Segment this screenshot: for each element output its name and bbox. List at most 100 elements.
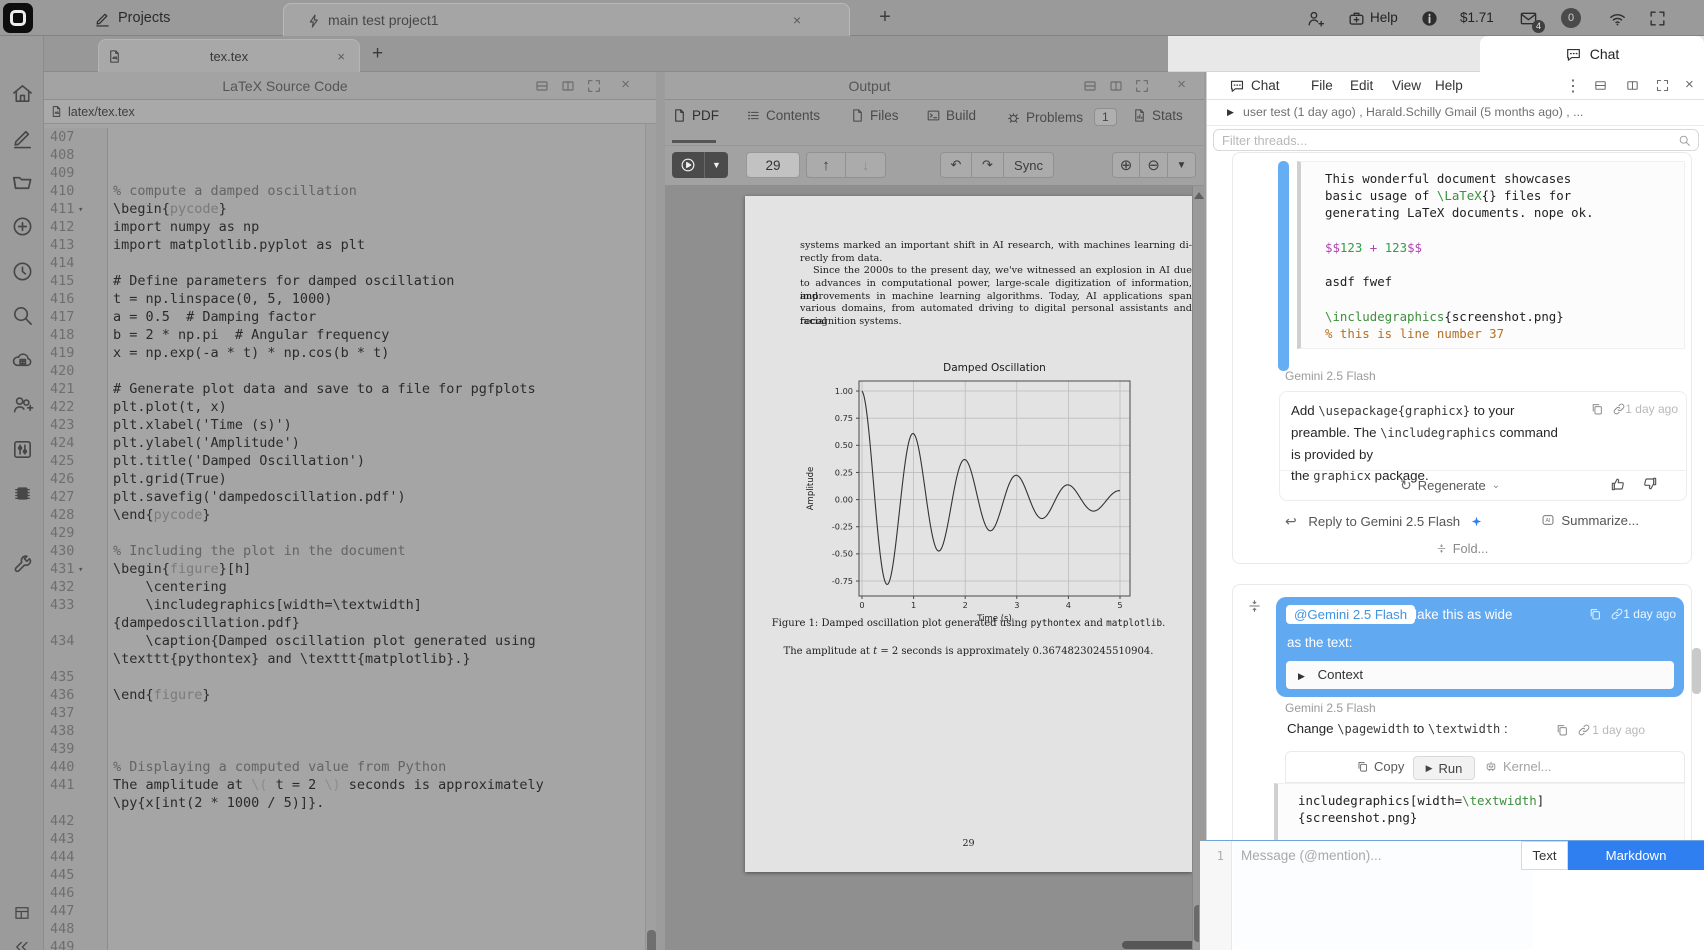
add-project-tab-button[interactable]: + bbox=[872, 5, 898, 31]
code-line[interactable]: 413import matplotlib.pyplot as plt bbox=[44, 236, 645, 254]
pdf-viewport[interactable]: systems marked an important shift in AI … bbox=[665, 186, 1204, 950]
layout-icon[interactable] bbox=[13, 904, 31, 922]
help-icon[interactable] bbox=[1347, 9, 1366, 28]
code-line[interactable]: 424plt.ylabel('Amplitude') bbox=[44, 434, 645, 452]
menu-file[interactable]: File bbox=[1311, 78, 1333, 93]
code-line[interactable]: 410% compute a damped oscillation bbox=[44, 182, 645, 200]
redo-button[interactable]: ↷ bbox=[972, 152, 1004, 178]
page-down-button[interactable]: ↓ bbox=[846, 152, 886, 178]
close-project-tab-icon[interactable]: × bbox=[793, 12, 801, 28]
code-line[interactable]: 442 bbox=[44, 812, 645, 830]
app-logo[interactable] bbox=[3, 3, 33, 33]
filter-threads-input[interactable] bbox=[1222, 131, 1662, 149]
users-icon[interactable] bbox=[11, 393, 34, 416]
split-row-icon[interactable] bbox=[1082, 78, 1098, 94]
code-line[interactable]: 432 \centering bbox=[44, 578, 645, 596]
edit-icon[interactable] bbox=[11, 126, 34, 149]
text-mode-button[interactable]: Text bbox=[1521, 841, 1568, 870]
code-line[interactable]: 444 bbox=[44, 848, 645, 866]
tab-contents[interactable]: Contents bbox=[746, 108, 820, 123]
code-line[interactable]: \py{x[int(2 * 1000 / 5)]}. bbox=[44, 794, 645, 812]
project-tab[interactable]: main test project1 × bbox=[283, 3, 850, 36]
code-line[interactable]: 419x = np.exp(-a * t) * np.cos(b * t) bbox=[44, 344, 645, 362]
fold-marker-icon[interactable]: ▾ bbox=[78, 561, 83, 579]
menu-help[interactable]: Help bbox=[1435, 78, 1463, 93]
code-line[interactable]: 427plt.savefig('dampedoscillation.pdf') bbox=[44, 488, 645, 506]
add-file-tab-button[interactable]: + bbox=[372, 43, 383, 65]
run-code-button[interactable]: ▶Run bbox=[1413, 756, 1475, 780]
help-label[interactable]: Help bbox=[1370, 10, 1398, 25]
collapse-icon[interactable] bbox=[13, 938, 31, 950]
pdf-scrollbar[interactable] bbox=[1192, 186, 1204, 950]
code-editor[interactable]: 407408409410% compute a damped oscillati… bbox=[44, 124, 645, 950]
split-col-icon[interactable] bbox=[1625, 78, 1640, 93]
undo-button[interactable]: ↶ bbox=[940, 152, 972, 178]
split-row-icon[interactable] bbox=[534, 78, 550, 94]
code-line[interactable]: 437 bbox=[44, 704, 645, 722]
copy-code-button[interactable]: Copy bbox=[1356, 759, 1404, 774]
editor-scrollbar[interactable] bbox=[645, 124, 656, 950]
code-line[interactable]: 416t = np.linspace(0, 5, 1000) bbox=[44, 290, 645, 308]
projects-button[interactable]: Projects bbox=[94, 6, 170, 30]
expand-icon[interactable] bbox=[1655, 78, 1670, 93]
code-line[interactable]: 447 bbox=[44, 902, 645, 920]
code-line[interactable]: 425plt.title('Damped Oscillation') bbox=[44, 452, 645, 470]
summarize-button[interactable]: AISummarize... bbox=[1541, 513, 1639, 528]
link-icon[interactable] bbox=[1612, 402, 1626, 416]
code-line[interactable]: 423plt.xlabel('Time (s)') bbox=[44, 416, 645, 434]
link-icon[interactable] bbox=[1577, 723, 1591, 737]
menu-chat[interactable]: Chat bbox=[1251, 78, 1280, 93]
compute-server-icon[interactable] bbox=[11, 349, 34, 372]
code-line[interactable]: 429 bbox=[44, 524, 645, 542]
code-line[interactable]: 438 bbox=[44, 722, 645, 740]
scroll-up-arrow[interactable] bbox=[1194, 192, 1204, 199]
close-file-tab-icon[interactable]: × bbox=[337, 49, 345, 64]
code-line[interactable]: 414 bbox=[44, 254, 645, 272]
code-line[interactable]: 430% Including the plot in the document bbox=[44, 542, 645, 560]
expand-icon[interactable] bbox=[586, 78, 602, 94]
code-line[interactable]: \texttt{pythontex} and \texttt{matplotli… bbox=[44, 650, 645, 668]
tab-stats[interactable]: Stats bbox=[1132, 108, 1183, 123]
new-icon[interactable] bbox=[11, 215, 34, 238]
settings-icon[interactable] bbox=[11, 438, 34, 461]
search-icon[interactable] bbox=[11, 304, 34, 327]
code-line[interactable]: 417a = 0.5 # Damping factor bbox=[44, 308, 645, 326]
code-line[interactable]: 431▾\begin{figure}[h] bbox=[44, 560, 645, 578]
code-line[interactable]: 440% Displaying a computed value from Py… bbox=[44, 758, 645, 776]
split-col-icon[interactable] bbox=[560, 78, 576, 94]
mention-chip[interactable]: @Gemini 2.5 Flash bbox=[1286, 605, 1415, 624]
editor-scrollbar-thumb[interactable] bbox=[647, 930, 656, 950]
processes-icon[interactable] bbox=[11, 482, 34, 505]
page-number-input[interactable] bbox=[746, 152, 800, 178]
code-line[interactable]: 439 bbox=[44, 740, 645, 758]
tools-icon[interactable] bbox=[11, 554, 34, 577]
copy-icon[interactable] bbox=[1590, 402, 1604, 416]
fullscreen-icon[interactable] bbox=[1648, 9, 1667, 28]
thread-list-row[interactable]: ▶ user test (1 day ago) , Harald.Schilly… bbox=[1207, 100, 1704, 126]
regenerate-button[interactable]: ↻ Regenerate ⌄ bbox=[1400, 477, 1500, 494]
code-line[interactable]: 435 bbox=[44, 668, 645, 686]
code-line[interactable]: 422plt.plot(t, x) bbox=[44, 398, 645, 416]
tab-tex-file[interactable]: tex.tex × bbox=[98, 39, 360, 72]
page-up-button[interactable]: ↑ bbox=[806, 152, 846, 178]
more-options-icon[interactable]: ⋮ bbox=[1565, 76, 1581, 96]
code-line[interactable]: 421# Generate plot data and save to a fi… bbox=[44, 380, 645, 398]
menu-edit[interactable]: Edit bbox=[1350, 78, 1373, 93]
code-line[interactable]: 426plt.grid(True) bbox=[44, 470, 645, 488]
add-user-icon[interactable] bbox=[1306, 9, 1325, 28]
close-panel-icon[interactable]: × bbox=[1177, 76, 1186, 93]
code-line[interactable]: 420 bbox=[44, 362, 645, 380]
split-row-icon[interactable] bbox=[1593, 78, 1608, 93]
tab-files[interactable]: Files bbox=[850, 108, 899, 123]
code-line[interactable]: 448 bbox=[44, 920, 645, 938]
tab-pdf[interactable]: PDF bbox=[672, 108, 719, 123]
info-icon[interactable] bbox=[1420, 9, 1439, 28]
code-line[interactable]: 407 bbox=[44, 128, 645, 146]
zoom-in-button[interactable]: ⊕ bbox=[1112, 152, 1140, 178]
code-line[interactable]: 443 bbox=[44, 830, 645, 848]
close-panel-icon[interactable]: × bbox=[621, 76, 630, 93]
copy-icon[interactable] bbox=[1555, 723, 1569, 737]
code-line[interactable]: 415# Define parameters for damped oscill… bbox=[44, 272, 645, 290]
run-dropdown-caret[interactable]: ▼ bbox=[705, 152, 728, 178]
log-icon[interactable] bbox=[11, 260, 34, 283]
